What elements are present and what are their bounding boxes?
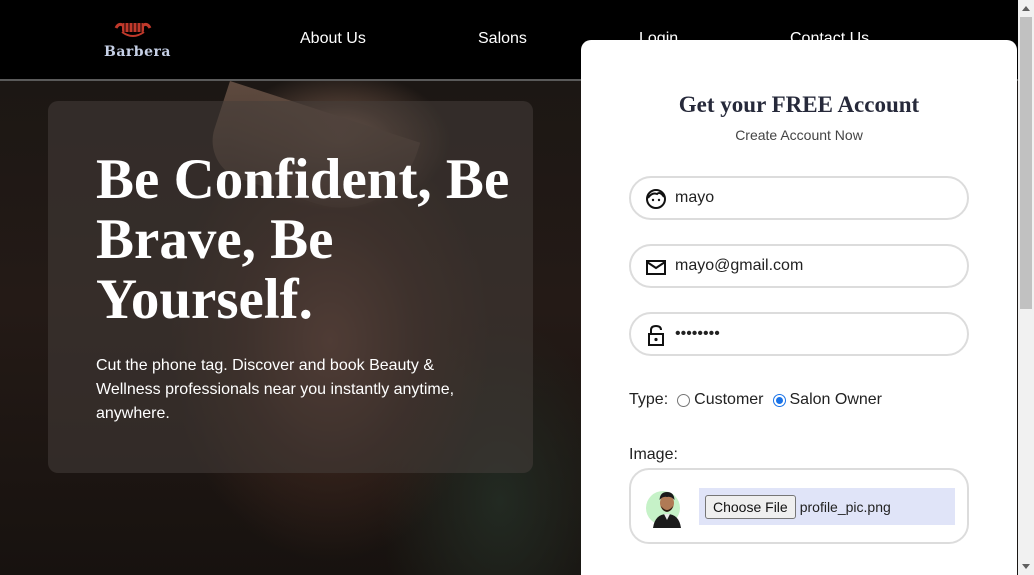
file-input: Choose File profile_pic.png — [699, 488, 955, 525]
page-scrollbar[interactable] — [1018, 0, 1034, 575]
radio-salon-owner-label[interactable]: Salon Owner — [790, 391, 883, 409]
radio-customer[interactable] — [677, 393, 691, 407]
scroll-up-arrow-icon[interactable] — [1022, 6, 1030, 11]
radio-customer-label[interactable]: Customer — [694, 391, 763, 409]
image-upload-box: Choose File profile_pic.png — [629, 468, 969, 544]
nav-salons[interactable]: Salons — [478, 30, 527, 48]
type-label: Type: — [629, 391, 669, 408]
password-input[interactable] — [675, 322, 955, 346]
radio-salon-owner[interactable] — [772, 393, 786, 407]
name-input[interactable] — [675, 186, 955, 210]
hero-title: Be Confident, Be Brave, Be Yourself. — [96, 148, 510, 331]
email-field[interactable] — [629, 244, 969, 288]
signup-subtitle: Create Account Now — [735, 127, 863, 143]
profile-avatar — [646, 491, 681, 528]
signup-title: Get your FREE Account — [678, 92, 920, 117]
lock-icon — [648, 324, 664, 346]
password-field[interactable] — [629, 312, 969, 356]
barber-pole-logo-icon — [114, 22, 152, 37]
face-icon — [646, 189, 666, 209]
choose-file-button[interactable]: Choose File — [705, 494, 796, 519]
image-label: Image: — [629, 446, 678, 463]
email-input[interactable] — [675, 254, 955, 278]
hero-subtitle: Cut the phone tag. Discover and book Bea… — [96, 357, 455, 422]
brand-logo[interactable]: Barbera — [104, 20, 171, 64]
name-field[interactable] — [629, 176, 969, 220]
nav-about-us[interactable]: About Us — [300, 30, 366, 48]
mail-icon — [646, 260, 666, 275]
file-name: profile_pic.png — [799, 498, 891, 515]
scroll-down-arrow-icon[interactable] — [1022, 564, 1030, 569]
brand-name: Barbera — [104, 44, 171, 60]
scrollbar-thumb[interactable] — [1020, 17, 1032, 309]
signup-panel: Get your FREE Account Create Account Now… — [581, 40, 1017, 575]
account-type-row: Type: Customer Salon Owner — [629, 390, 882, 410]
